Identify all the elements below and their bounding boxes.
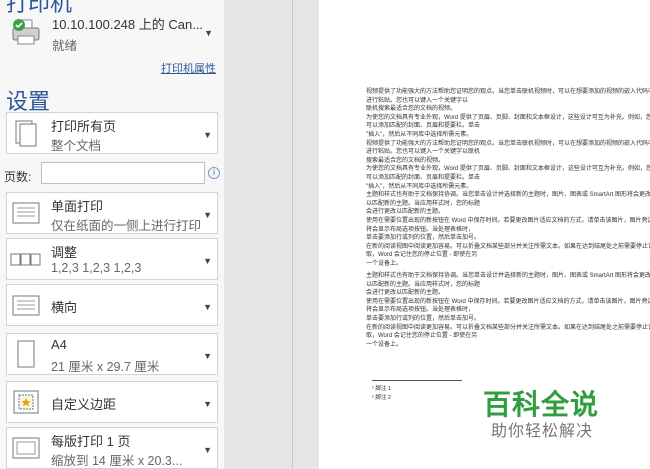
sides-subtitle: 仅在纸面的一侧上进行打印 — [51, 219, 202, 233]
pages-label: 页数: — [4, 170, 32, 184]
chevron-down-icon: ▼ — [203, 302, 212, 312]
preview-line: "插入"，然后从不同库中选择所需元素。 — [366, 131, 473, 138]
collate-subtitle: 1,2,3 1,2,3 1,2,3 — [51, 261, 142, 275]
printer-status: 就绪 — [52, 39, 78, 53]
printer-icon — [12, 19, 40, 45]
chevron-down-icon: ▼ — [203, 256, 212, 266]
watermark-subtitle: 助你轻松解决 — [491, 423, 594, 440]
preview-line: "插入"，然后从不同库中选择所需元素。 — [366, 183, 473, 190]
printer-properties-link[interactable]: 打印机属性 — [161, 60, 216, 76]
margins-title: 自定义边距 — [51, 397, 117, 412]
preview-line: 主题和样式也有助于文档保持协调。当您单击设计并选择新的主题时，图片、图表或 Sm… — [366, 273, 650, 288]
paper-size-dropdown[interactable]: A4 21 厘米 x 29.7 厘米 ▼ — [6, 333, 218, 375]
preview-line: 一个设备上。 — [366, 260, 403, 267]
preview-line: 会进行更改以匹配新的主题。 — [366, 209, 445, 216]
pages-icon — [15, 120, 37, 147]
footnote-2: ² 脚注 2 — [372, 395, 391, 401]
collate-icon — [10, 253, 41, 266]
paper-size-title: A4 — [51, 337, 67, 352]
preview-line: 在新的阅读视图中阅读更加容易。可以折叠文档某些部分并关注所需文本。如果在达到结尾… — [366, 324, 650, 340]
pages-per-sheet-subtitle: 缩放到 14 厘米 x 20.3... — [51, 454, 183, 468]
preview-line: 为使您的文档具有专业外观，Word 提供了页眉、页脚、封面和文本框设计，这些设计… — [366, 166, 650, 181]
pages-per-sheet-title: 每版打印 1 页 — [51, 434, 131, 449]
collate-title: 调整 — [51, 245, 78, 260]
one-sided-icon — [12, 202, 40, 224]
preview-text-block-1: 视频提供了功能强大的方法帮助您证明您的观点。当您单击联机视频时，可以在想要添加的… — [366, 88, 650, 268]
preview-line: 联机搜索最适合您的文档的视频。 — [366, 106, 457, 113]
printer-name: 10.10.100.248 上的 Can... — [52, 17, 204, 32]
chevron-down-icon: ▼ — [204, 28, 213, 38]
orientation-dropdown[interactable]: 横向 ▼ — [6, 284, 218, 326]
preview-line: 一个设备上。 — [366, 341, 403, 348]
printer-dropdown[interactable]: 10.10.100.248 上的 Can... 就绪 ▼ — [6, 8, 218, 56]
preview-line: 单击要添加行或列的位置，然后单击加号。 — [366, 235, 481, 242]
preview-line: 搜索最适合您的文档的视频。 — [366, 157, 445, 164]
sides-title: 单面打印 — [51, 199, 104, 214]
print-preview-page: 视频提供了功能强大的方法帮助您证明您的观点。当您单击联机视频时，可以在想要添加的… — [319, 0, 650, 469]
preview-line: 使用在需要位置出现的新按钮在 Word 中保存时间。若要更改图片适应文档的方式，… — [366, 298, 650, 314]
print-range-title: 打印所有页 — [51, 119, 117, 134]
sides-dropdown[interactable]: 单面打印 仅在纸面的一侧上进行打印 ▼ — [6, 192, 218, 234]
pages-input[interactable] — [41, 162, 205, 184]
chevron-down-icon: ▼ — [203, 130, 212, 140]
print-range-dropdown[interactable]: 打印所有页 整个文档 ▼ — [6, 112, 218, 154]
preview-text-block-2: 主题和样式也有助于文档保持协调。当您单击设计并选择新的主题时，图片、图表或 Sm… — [366, 272, 650, 349]
chevron-down-icon: ▼ — [203, 351, 212, 361]
preview-line: 单击要添加行或列的位置，然后单击加号。 — [366, 315, 481, 322]
pages-per-sheet-dropdown[interactable]: 每版打印 1 页 缩放到 14 厘米 x 20.3... ▼ — [6, 427, 218, 469]
preview-line: 主题和样式也有助于文档保持协调。当您单击设计并选择新的主题时，图片、图表或 Sm… — [366, 192, 650, 207]
panel-divider — [292, 0, 293, 469]
preview-line: 为使您的文档具有专业外观，Word 提供了页眉、页脚、封面和文本框设计，这些设计… — [366, 114, 650, 130]
pages-per-sheet-icon — [12, 437, 40, 459]
preview-line: 会进行更改以匹配新的主题。 — [366, 290, 445, 297]
orientation-title: 横向 — [51, 300, 78, 315]
preview-line: 使用在需要位置出现的新按钮在 Word 中保存时间。若要更改图片适应文档的方式，… — [366, 217, 650, 233]
chevron-down-icon: ▼ — [203, 210, 212, 220]
collate-dropdown[interactable]: 调整 1,2,3 1,2,3 1,2,3 ▼ — [6, 238, 218, 280]
footnote-1: ¹ 脚注 1 — [372, 386, 391, 392]
margins-dropdown[interactable]: 自定义边距 ▼ — [6, 381, 218, 423]
info-icon[interactable]: i — [208, 167, 220, 179]
margins-icon — [13, 390, 39, 414]
print-settings-panel: 打印机 10.10.100.248 上的 Can... 就绪 ▼ 打印机属性 设… — [0, 0, 224, 469]
footnote-separator — [372, 380, 462, 381]
chevron-down-icon: ▼ — [203, 399, 212, 409]
landscape-icon — [12, 295, 40, 316]
paper-size-subtitle: 21 厘米 x 29.7 厘米 — [51, 360, 160, 374]
chevron-down-icon: ▼ — [203, 445, 212, 455]
preview-line: 视频提供了功能强大的方法帮助您证明您的观点。当您单击联机视频时，可以在想要添加的… — [366, 140, 650, 156]
preview-line: 在新的阅读视图中阅读更加容易。可以折叠文档某些部分并关注所需文本。如果在达到结尾… — [366, 243, 650, 259]
preview-line: 视频提供了功能强大的方法帮助您证明您的观点。当您单击联机视频时，可以在想要添加的… — [366, 89, 650, 104]
print-range-subtitle: 整个文档 — [51, 139, 102, 153]
paper-icon — [17, 340, 35, 368]
